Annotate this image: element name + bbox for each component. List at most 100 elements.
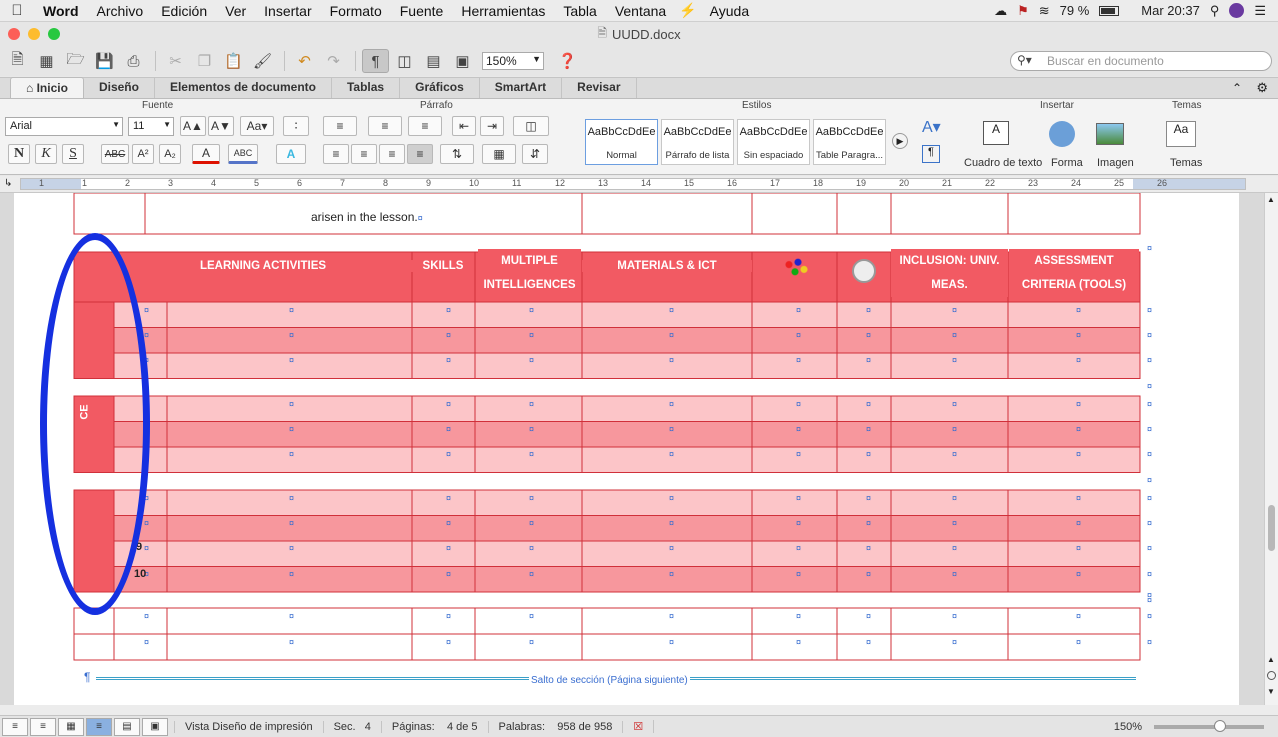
table-cell[interactable] — [581, 633, 753, 661]
paste-icon[interactable]: 📋 — [220, 49, 247, 73]
table-cell[interactable] — [751, 327, 838, 354]
insert-shape-button[interactable]: Forma — [1051, 157, 1083, 169]
table-cell[interactable] — [581, 421, 753, 448]
style-table-paragraph[interactable]: AaBbCcDdEe Table Paragra... — [813, 119, 886, 165]
table-cell[interactable] — [411, 566, 476, 593]
shrink-font-icon[interactable]: A▼ — [208, 116, 234, 136]
header-assessment[interactable]: ASSESSMENT CRITERIA (TOOLS) — [1009, 249, 1139, 297]
table-cell[interactable] — [836, 489, 892, 516]
row-number-10[interactable]: 10 — [134, 568, 146, 580]
table-cell[interactable] — [581, 489, 753, 516]
table-cell[interactable] — [73, 193, 146, 235]
header-materials-ict[interactable]: MATERIALS & ICT — [582, 260, 752, 272]
battery-percent[interactable]: 79 % — [1060, 3, 1090, 18]
justify-icon[interactable]: ≡ — [407, 144, 433, 164]
table-cell[interactable] — [411, 352, 476, 379]
table-cell[interactable] — [836, 540, 892, 567]
table-cell[interactable] — [890, 446, 1009, 473]
table-cell[interactable] — [890, 515, 1009, 542]
text-effects-icon[interactable]: A — [276, 144, 306, 164]
redo-icon[interactable]: ↷ — [320, 49, 347, 73]
table-cell[interactable] — [581, 607, 753, 635]
decrease-indent-icon[interactable]: ⇤ — [452, 116, 476, 136]
open-folder-icon[interactable]: 🗁 — [62, 49, 89, 73]
toolbox-icon[interactable]: ▤ — [420, 49, 447, 73]
tab-graficos[interactable]: Gráficos — [400, 77, 480, 98]
zoom-window-button[interactable] — [48, 28, 60, 40]
table-cell[interactable] — [411, 607, 476, 635]
styles-next-icon[interactable]: ▶ — [892, 133, 908, 149]
close-window-button[interactable] — [8, 28, 20, 40]
shape-icon[interactable] — [1049, 121, 1075, 147]
sidebar-icon[interactable]: ◫ — [391, 49, 418, 73]
table-cell[interactable] — [1007, 489, 1141, 516]
cloud-upload-icon[interactable]: ☁ — [994, 3, 1007, 19]
table-cell[interactable] — [1007, 515, 1141, 542]
previous-page-icon[interactable]: ▲ — [1265, 655, 1277, 664]
wifi-icon[interactable]: ≋ — [1039, 3, 1050, 19]
scroll-up-icon[interactable]: ▲ — [1265, 195, 1277, 204]
font-color-icon[interactable]: A — [192, 144, 220, 164]
scroll-thumb[interactable] — [1268, 505, 1275, 551]
table-cell[interactable] — [836, 327, 892, 354]
siri-icon[interactable] — [1229, 3, 1245, 18]
subscript-icon[interactable]: A₂ — [159, 144, 181, 164]
align-center-icon[interactable]: ≡ — [351, 144, 377, 164]
menu-formato[interactable]: Formato — [321, 3, 391, 19]
table-cell[interactable] — [890, 489, 1009, 516]
media-browser-icon[interactable]: ▣ — [449, 49, 476, 73]
vertical-scrollbar[interactable]: ▲ ▲ ▼ — [1264, 193, 1278, 705]
strikethrough-icon[interactable]: ABC — [101, 144, 129, 164]
table-cell[interactable] — [890, 193, 1009, 235]
script-menu-icon[interactable]: ⚡ — [675, 2, 700, 19]
help-icon[interactable]: ❓ — [554, 49, 581, 73]
tab-tablas[interactable]: Tablas — [332, 77, 401, 98]
styles-pane-icon[interactable]: ¶ — [922, 145, 940, 163]
numbering-icon[interactable]: ≡ — [368, 116, 402, 136]
zoom-select[interactable]: 150% ▼ — [482, 52, 544, 70]
tab-diseno[interactable]: Diseño — [84, 77, 155, 98]
header-skills[interactable]: SKILLS — [412, 260, 474, 272]
cut-icon[interactable]: ✂ — [162, 49, 189, 73]
table-cell[interactable] — [581, 193, 753, 235]
highlight-icon[interactable]: ABC — [228, 144, 258, 164]
line-spacing-icon[interactable]: ⇅ — [440, 144, 474, 164]
menu-ayuda[interactable]: Ayuda — [701, 3, 758, 19]
table-cell[interactable] — [890, 352, 1009, 379]
table-cell[interactable] — [751, 352, 838, 379]
borders-icon[interactable]: ▦ — [482, 144, 516, 164]
save-icon[interactable]: 💾 — [91, 49, 118, 73]
ribbon-settings-icon[interactable]: ⚙ — [1256, 80, 1268, 96]
table-cell[interactable] — [411, 395, 476, 422]
table-cell[interactable] — [836, 352, 892, 379]
menu-archivo[interactable]: Archivo — [88, 3, 153, 19]
table-cell[interactable] — [836, 395, 892, 422]
outline-view-icon[interactable]: ≡ — [30, 717, 56, 736]
focus-view-icon[interactable]: ▣ — [142, 717, 168, 736]
table-cell[interactable] — [836, 446, 892, 473]
image-icon[interactable] — [1096, 123, 1124, 145]
table-cell[interactable] — [1007, 633, 1141, 661]
table-cell[interactable] — [411, 301, 476, 328]
table-cell[interactable] — [890, 327, 1009, 354]
table-cell[interactable] — [890, 566, 1009, 593]
cell-text-arisen[interactable]: arisen in the lesson.¤ — [311, 210, 423, 224]
table-cell[interactable] — [113, 607, 168, 635]
table-cell[interactable] — [751, 301, 838, 328]
tab-revisar[interactable]: Revisar — [562, 77, 637, 98]
menu-insertar[interactable]: Insertar — [255, 3, 320, 19]
style-sin-espaciado[interactable]: AaBbCcDdEe Sin espaciado — [737, 119, 810, 165]
apple-icon[interactable]:  — [0, 2, 34, 19]
themes-icon[interactable]: Aa — [1166, 121, 1196, 147]
table-cell[interactable] — [751, 446, 838, 473]
table-cell[interactable] — [581, 446, 753, 473]
tab-inicio[interactable]: ⌂ Inicio — [10, 77, 84, 98]
menu-herramientas[interactable]: Herramientas — [452, 3, 554, 19]
menu-fuente[interactable]: Fuente — [391, 3, 453, 19]
align-left-icon[interactable]: ≡ — [323, 144, 349, 164]
table-cell[interactable] — [890, 301, 1009, 328]
table-cell[interactable] — [411, 446, 476, 473]
themes-button[interactable]: Temas — [1170, 157, 1202, 169]
table-cell[interactable] — [1007, 421, 1141, 448]
table-cell[interactable] — [890, 607, 1009, 635]
